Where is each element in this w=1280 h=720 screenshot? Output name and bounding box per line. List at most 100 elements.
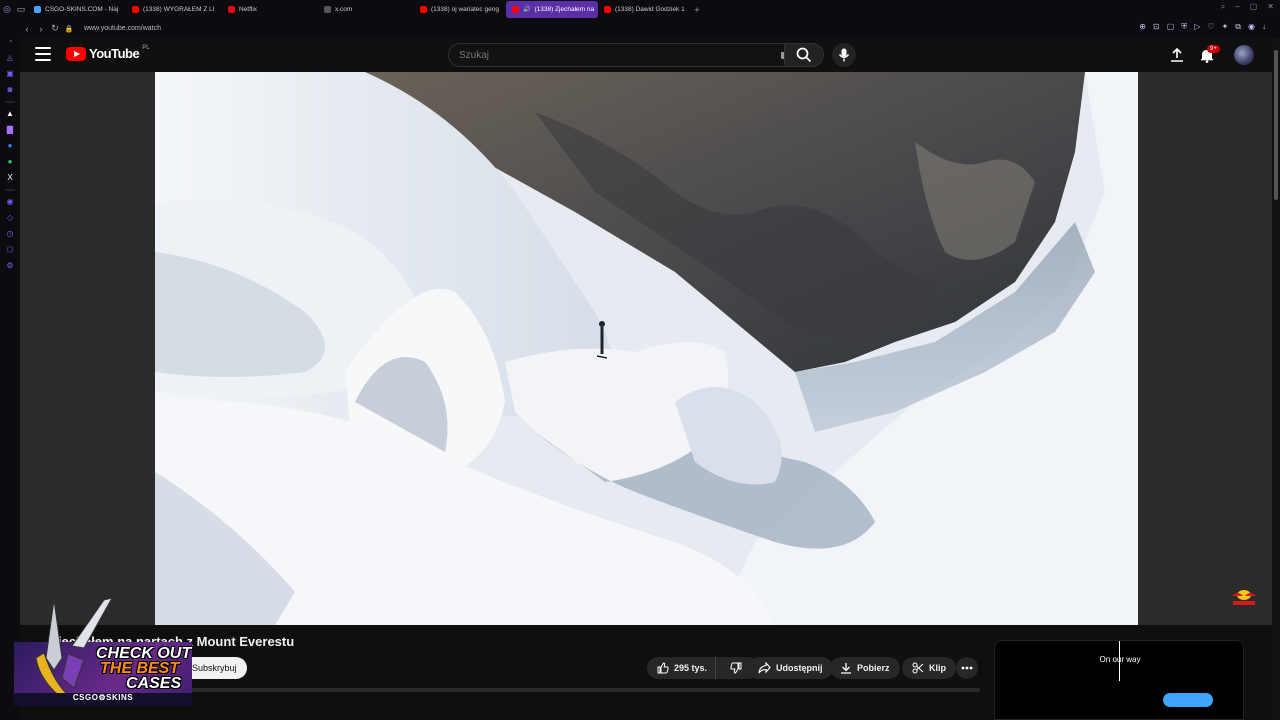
x-icon[interactable]: X	[5, 173, 15, 183]
browser-tab-2[interactable]: (1338) WYGRAŁEM Z LI	[126, 1, 222, 18]
thumbs-down-icon	[730, 662, 742, 674]
netflix-favicon	[228, 6, 235, 13]
maximize-icon[interactable]: ▢	[1250, 2, 1258, 12]
youtube-masthead: YouTube PL 9+	[20, 38, 1272, 72]
related-video-card[interactable]: On our way	[994, 640, 1244, 720]
tab-title: (1338) oj wariatec geng	[431, 6, 499, 13]
twitch-icon[interactable]: ▇	[5, 125, 15, 135]
youtube-logo[interactable]: YouTube PL	[66, 44, 150, 61]
tab-title: (1338) Dawid Godziek 1	[615, 6, 685, 13]
browser-logo-icon[interactable]: ◎	[0, 3, 14, 17]
channel-watermark-logo[interactable]	[1230, 586, 1258, 608]
video-frame-snow-mountain[interactable]	[155, 72, 1138, 625]
clip-label: Klip	[929, 663, 946, 673]
address-bar: ‹ › ↻ 🔒 www.youtube.com/watch ⊕ ⊡ ▢ ⛨ ▷ …	[20, 19, 1280, 38]
heart-icon[interactable]: ♡	[1207, 22, 1214, 32]
extension-icons: ⊕ ⊡ ▢ ⛨ ▷ ♡ ✦ ⧉ ◉ ↓	[1139, 22, 1266, 32]
window-controls: ⌕ – ▢ ✕	[1221, 2, 1274, 12]
zoom-icon[interactable]: ⊕	[1139, 22, 1146, 32]
minimize-icon[interactable]: –	[1235, 2, 1239, 12]
new-tab-icon[interactable]: +	[690, 3, 704, 17]
youtube-play-icon	[66, 46, 86, 61]
share-label: Udostępnij	[776, 663, 823, 673]
back-icon[interactable]: ‹	[20, 24, 34, 34]
scissors-icon	[912, 662, 924, 674]
play-icon[interactable]: ▷	[1194, 22, 1200, 32]
search-button[interactable]	[784, 43, 824, 67]
browser-tab-5[interactable]: (1338) oj wariatec geng	[414, 1, 506, 18]
hamburger-menu-icon[interactable]	[35, 47, 51, 61]
notification-badge: 9+	[1207, 45, 1220, 53]
youtube-favicon	[420, 6, 427, 13]
account-avatar[interactable]	[1234, 45, 1254, 65]
thumbs-up-icon	[657, 662, 669, 674]
screenshot-icon[interactable]: ▢	[1167, 22, 1175, 32]
related-card-label: On our way	[1099, 655, 1141, 664]
arc-icon[interactable]: ▲	[5, 109, 15, 119]
puzzle-icon[interactable]: ⧉	[1235, 22, 1241, 32]
tab-overview-icon[interactable]: ▭	[14, 3, 28, 17]
cube-icon[interactable]: ⬡	[5, 245, 15, 255]
instagram-icon[interactable]: ◙	[5, 85, 15, 95]
csgo-skins-ad-overlay[interactable]: CHECK OUT THE BEST CASES CSGO⚙SKINS	[14, 598, 192, 706]
share-button[interactable]: Udostępnij	[748, 657, 833, 679]
download-icon[interactable]: ↓	[1262, 22, 1266, 32]
tab-title: (1338) Zjechałem na	[534, 6, 595, 13]
bag-icon[interactable]: ◬	[5, 53, 15, 63]
pin-icon[interactable]: ◇	[5, 213, 15, 223]
shield-icon[interactable]: ⛨	[1181, 22, 1187, 32]
url-field[interactable]: www.youtube.com/watch	[84, 25, 161, 32]
search-input[interactable]	[459, 49, 749, 61]
dislike-button[interactable]	[721, 657, 751, 679]
speaker-icon[interactable]: 🔊	[523, 6, 530, 13]
separator	[5, 101, 15, 103]
tab-title: Netflix	[239, 6, 258, 13]
bookmark-icon[interactable]: ⊡	[1153, 22, 1160, 32]
x-favicon	[324, 6, 331, 13]
youtube-favicon	[604, 6, 611, 13]
voice-search-button[interactable]	[832, 43, 856, 67]
browser-tab-strip: ◎ ▭ CSGO-SKINS.COM - Naj (1338) WYGRAŁEM…	[0, 0, 1280, 19]
profile-icon[interactable]: ◉	[1248, 22, 1255, 32]
close-icon[interactable]: ✕	[1267, 2, 1274, 12]
download-button[interactable]: Pobierz	[830, 657, 900, 679]
scrollbar-thumb[interactable]	[1274, 50, 1278, 200]
related-card-button[interactable]	[1163, 693, 1213, 707]
extension-icon[interactable]: ✦	[1222, 22, 1229, 32]
browser-tab-3[interactable]: Netflix	[222, 1, 318, 18]
browser-tab-6-active[interactable]: 🔊 (1338) Zjechałem na	[506, 1, 598, 18]
download-icon	[841, 663, 851, 674]
browser-tab-4[interactable]: x.com	[318, 1, 414, 18]
tab-favicon	[34, 6, 41, 13]
lock-icon: 🔒	[64, 25, 74, 33]
settings-icon[interactable]: ⚙	[5, 261, 15, 271]
history-icon[interactable]: ◔	[5, 37, 15, 47]
youtube-favicon	[512, 6, 519, 13]
youtube-favicon	[132, 6, 139, 13]
search-icon	[796, 47, 812, 63]
search-tabs-icon[interactable]: ⌕	[1221, 2, 1225, 12]
page-scrollbar[interactable]	[1272, 38, 1280, 720]
clip-button[interactable]: Klip	[902, 657, 956, 679]
browser-tab-1[interactable]: CSGO-SKINS.COM - Naj	[28, 1, 126, 18]
video-meta-section: Zjechałem na nartach z Mount Everestu Su…	[20, 625, 1272, 720]
ad-brand-label: CSGO⚙SKINS	[14, 693, 192, 706]
whatsapp-icon[interactable]: ●	[5, 157, 15, 167]
messenger-icon[interactable]: ●	[5, 141, 15, 151]
browser-tab-7[interactable]: (1338) Dawid Godziek 1	[598, 1, 690, 18]
download-label: Pobierz	[857, 663, 890, 673]
video-player[interactable]	[20, 72, 1272, 625]
like-button[interactable]: 295 tys.	[647, 657, 717, 679]
create-upload-button[interactable]	[1168, 46, 1186, 64]
reload-icon[interactable]: ↻	[48, 23, 62, 34]
more-horizontal-icon	[961, 666, 973, 670]
country-code: PL	[142, 44, 150, 51]
chat-icon[interactable]: ▣	[5, 69, 15, 79]
player-icon[interactable]: ◉	[5, 197, 15, 207]
search-box	[448, 43, 804, 67]
forward-icon[interactable]: ›	[34, 24, 48, 34]
microphone-icon	[838, 48, 850, 62]
youtube-wordmark: YouTube	[89, 46, 140, 61]
clock-icon[interactable]: ◷	[5, 229, 15, 239]
more-actions-button[interactable]	[956, 657, 978, 679]
